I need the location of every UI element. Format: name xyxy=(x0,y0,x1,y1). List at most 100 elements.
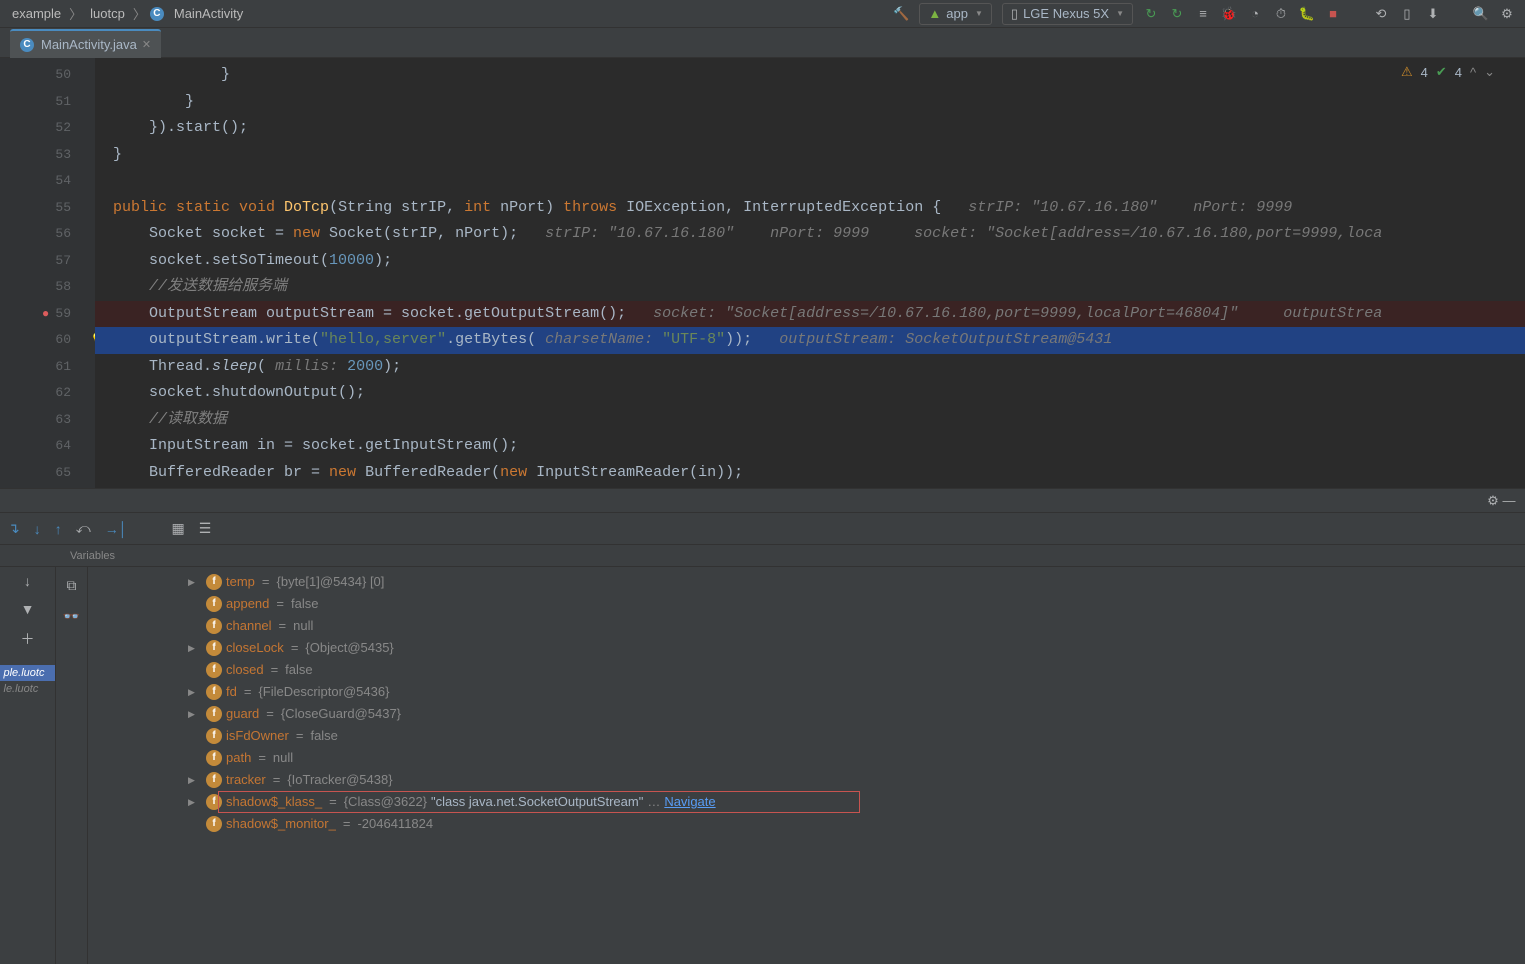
field-icon: f xyxy=(206,750,222,766)
debug-icon[interactable]: ≡ xyxy=(1195,6,1211,22)
class-icon: C xyxy=(20,38,34,52)
line-number[interactable]: 59 xyxy=(0,301,95,328)
bc-example[interactable]: example xyxy=(8,4,65,23)
tab-mainactivity[interactable]: C MainActivity.java ✕ xyxy=(10,29,161,58)
var-value: false xyxy=(285,659,312,681)
line-number[interactable]: 65 xyxy=(0,460,95,487)
expand-caret-icon[interactable]: ▶ xyxy=(188,681,202,703)
line-number[interactable]: 60 xyxy=(0,327,95,354)
variable-row[interactable]: f shadow$_monitor_ = -2046411824 xyxy=(88,813,1525,835)
hammer-icon[interactable]: 🔨 xyxy=(893,6,909,22)
step-over-icon[interactable]: ↴ xyxy=(8,520,20,537)
run-to-cursor-icon[interactable]: →│ xyxy=(105,521,128,537)
line-number[interactable]: 52 xyxy=(0,115,95,142)
settings-icon[interactable]: ⚙ xyxy=(1499,6,1515,22)
evaluate-icon[interactable]: ▦ xyxy=(171,520,184,537)
variables-tree[interactable]: ▶f temp = {byte[1]@5434} [0]f append = f… xyxy=(88,567,1525,964)
speed-icon[interactable]: ⏱ xyxy=(1273,6,1289,22)
line-number[interactable]: 58 xyxy=(0,274,95,301)
chevron-down-icon: ▼ xyxy=(975,9,983,18)
equals-sign: = xyxy=(262,571,270,593)
arrow-down-icon[interactable]: ↓ xyxy=(24,573,31,589)
field-icon: f xyxy=(206,706,222,722)
run-icon[interactable]: ↻ xyxy=(1143,6,1159,22)
glasses-icon[interactable]: 👓 xyxy=(63,608,80,625)
variable-row[interactable]: ▶f fd = {FileDescriptor@5436} xyxy=(88,681,1525,703)
expand-caret-icon[interactable]: ▶ xyxy=(188,791,202,813)
expand-caret-icon[interactable]: ▶ xyxy=(188,571,202,593)
var-name: tracker xyxy=(226,769,266,791)
variable-row[interactable]: f append = false xyxy=(88,593,1525,615)
line-number[interactable]: 56 xyxy=(0,221,95,248)
expand-caret-icon[interactable]: ▶ xyxy=(188,637,202,659)
toolbar-actions: 🔨 ▲ app ▼ ▯ LGE Nexus 5X ▼ ↻ ↻ ≡ 🐞 ◔ ⏱ 🐛… xyxy=(893,3,1525,25)
thread-item[interactable]: le.luotc xyxy=(0,681,55,697)
field-icon: f xyxy=(206,574,222,590)
filter-icon[interactable]: ▼ xyxy=(21,601,35,617)
var-value: null xyxy=(293,615,313,637)
device-selector[interactable]: ▯ LGE Nexus 5X ▼ xyxy=(1002,3,1133,25)
line-number[interactable]: 54 xyxy=(0,168,95,195)
expand-caret-icon[interactable]: ▶ xyxy=(188,703,202,725)
code-editor[interactable]: ⚠4 ✔4 ^ ⌄ 50 51 52 53 54 55 56 57 58 59 … xyxy=(0,58,1525,488)
sync-icon[interactable]: ⟲ xyxy=(1373,6,1389,22)
navigate-link[interactable]: Navigate xyxy=(664,791,715,813)
expand-caret-icon[interactable]: ▶ xyxy=(188,769,202,791)
equals-sign: = xyxy=(276,593,284,615)
line-number[interactable]: 63 xyxy=(0,407,95,434)
bc-mainactivity[interactable]: MainActivity xyxy=(170,4,247,23)
variable-row[interactable]: ▶f guard = {CloseGuard@5437} xyxy=(88,703,1525,725)
breadcrumb: example 〉 luotcp 〉 C MainActivity xyxy=(0,4,893,23)
debug-side-toolbar: ⧉ 👓 xyxy=(56,567,88,964)
variable-row[interactable]: f closed = false xyxy=(88,659,1525,681)
run-config-selector[interactable]: ▲ app ▼ xyxy=(919,3,992,25)
field-icon: f xyxy=(206,596,222,612)
thread-item[interactable]: ple.luotc xyxy=(0,665,55,681)
variables-header: Variables xyxy=(0,545,1525,567)
var-value: null xyxy=(273,747,293,769)
code-content[interactable]: } } }).start(); } public static void DoT… xyxy=(95,58,1525,488)
apply-changes-icon[interactable]: ↻ xyxy=(1169,6,1185,22)
add-icon[interactable]: ＋ xyxy=(21,629,35,649)
attach-icon[interactable]: 🐛 xyxy=(1299,6,1315,22)
variable-row[interactable]: f isFdOwner = false xyxy=(88,725,1525,747)
variable-row[interactable]: ▶f shadow$_klass_ = {Class@3622} "class … xyxy=(88,791,1525,813)
var-name: channel xyxy=(226,615,272,637)
profiler-icon[interactable]: ◔ xyxy=(1247,6,1263,22)
drop-frame-icon[interactable]: ⤺ xyxy=(76,520,91,537)
gutter[interactable]: 50 51 52 53 54 55 56 57 58 59 60 61 62 6… xyxy=(0,58,95,488)
sdk-icon[interactable]: ⬇ xyxy=(1425,6,1441,22)
stop-icon[interactable]: ■ xyxy=(1325,6,1341,22)
line-number[interactable]: 53 xyxy=(0,142,95,169)
line-number[interactable]: 50 xyxy=(0,62,95,89)
close-icon[interactable]: ✕ xyxy=(142,38,151,51)
step-out-icon[interactable]: ↑ xyxy=(55,521,62,537)
variable-row[interactable]: f channel = null xyxy=(88,615,1525,637)
bug-icon[interactable]: 🐞 xyxy=(1221,6,1237,22)
variable-row[interactable]: ▶f temp = {byte[1]@5434} [0] xyxy=(88,571,1525,593)
variable-row[interactable]: ▶f tracker = {IoTracker@5438} xyxy=(88,769,1525,791)
threads-list[interactable]: ple.luotc le.luotc xyxy=(0,665,56,697)
search-icon[interactable]: 🔍 xyxy=(1473,6,1489,22)
variable-row[interactable]: f path = null xyxy=(88,747,1525,769)
var-name: closed xyxy=(226,659,264,681)
var-name: shadow$_klass_ xyxy=(226,791,322,813)
line-number[interactable]: 57 xyxy=(0,248,95,275)
minimize-icon[interactable]: — xyxy=(1501,493,1517,509)
line-number[interactable]: 61 xyxy=(0,354,95,381)
variable-row[interactable]: ▶f closeLock = {Object@5435} xyxy=(88,637,1525,659)
trace-icon[interactable]: ☰ xyxy=(199,520,212,537)
field-icon: f xyxy=(206,816,222,832)
equals-sign: = xyxy=(244,681,252,703)
debug-frames-toolbar: ↓ ▼ ＋ ple.luotc le.luotc xyxy=(0,567,56,964)
avd-icon[interactable]: ▯ xyxy=(1399,6,1415,22)
bc-luotcp[interactable]: luotcp xyxy=(86,4,129,23)
step-into-icon[interactable]: ↓ xyxy=(34,521,41,537)
copy-icon[interactable]: ⧉ xyxy=(67,577,77,594)
line-number[interactable]: 51 xyxy=(0,89,95,116)
device-label: LGE Nexus 5X xyxy=(1023,6,1109,21)
gear-icon[interactable]: ⚙ xyxy=(1485,493,1501,509)
line-number[interactable]: 64 xyxy=(0,433,95,460)
line-number[interactable]: 55 xyxy=(0,195,95,222)
line-number[interactable]: 62 xyxy=(0,380,95,407)
